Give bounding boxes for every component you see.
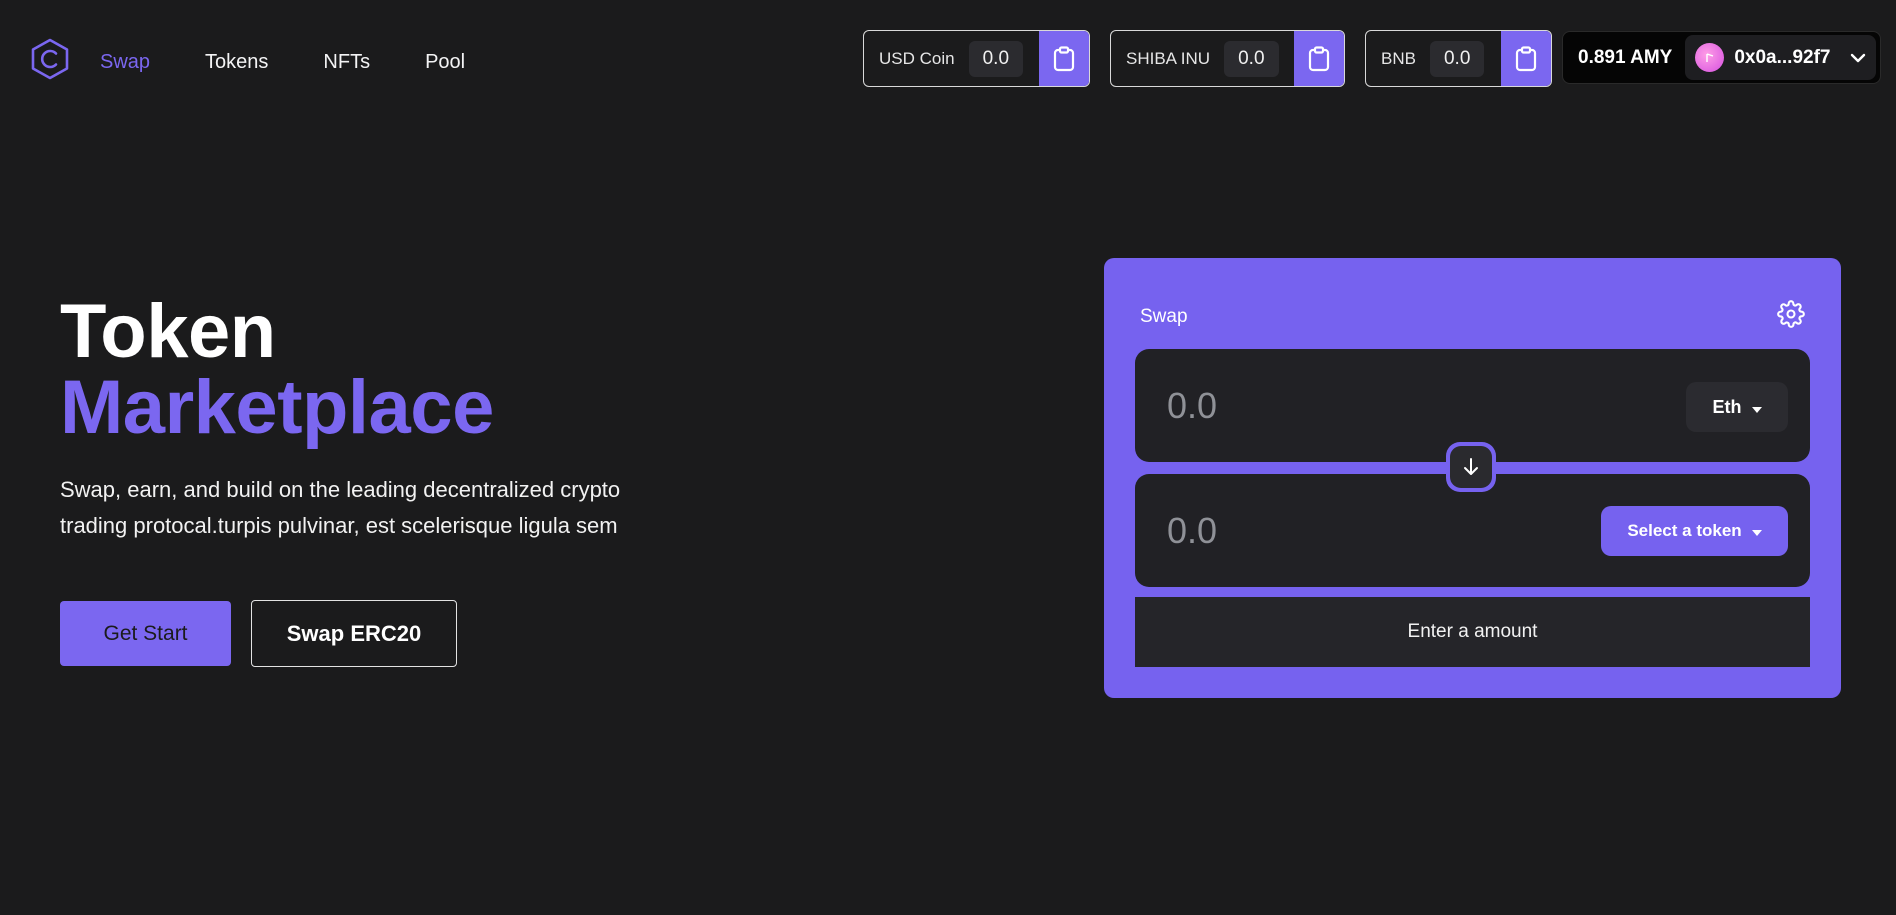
hero-title-accent: Marketplace	[60, 365, 494, 450]
chevron-down-icon	[1850, 53, 1866, 63]
page: Swap Tokens NFTs Pool USD Coin 0.0 SHIBA…	[0, 0, 1896, 915]
account-button[interactable]: 0x0a...92f7	[1685, 35, 1876, 80]
swap-direction-button[interactable]	[1446, 442, 1496, 492]
select-token-button[interactable]: Select a token	[1601, 506, 1788, 556]
logo-icon[interactable]	[29, 38, 71, 80]
hero-description-line: Swap, earn, and build on the leading dec…	[60, 477, 621, 502]
clipboard-icon[interactable]	[1039, 31, 1089, 86]
wallet-address: 0x0a...92f7	[1734, 46, 1831, 68]
from-token-select[interactable]: Eth	[1686, 382, 1788, 432]
clipboard-icon[interactable]	[1294, 31, 1344, 86]
hero-description: Swap, earn, and build on the leading dec…	[60, 472, 660, 544]
swap-card-title: Swap	[1140, 306, 1188, 327]
nav-item-swap[interactable]: Swap	[100, 50, 150, 74]
balance-usd-coin: USD Coin 0.0	[863, 30, 1090, 87]
nav-item-tokens[interactable]: Tokens	[205, 50, 268, 74]
token-name: BNB	[1381, 48, 1416, 68]
enter-amount-button[interactable]: Enter a amount	[1135, 597, 1810, 667]
nav-item-nfts[interactable]: NFTs	[323, 50, 370, 74]
avatar	[1695, 43, 1725, 72]
wallet-balance: 0.891 AMY	[1578, 46, 1673, 68]
token-balance: 0.0	[968, 40, 1024, 77]
get-start-button[interactable]: Get Start	[60, 601, 231, 666]
caret-down-icon	[1751, 521, 1762, 541]
balance-bnb: BNB 0.0	[1365, 30, 1552, 87]
main-nav: Swap Tokens NFTs Pool	[100, 50, 465, 74]
balance-shiba-inu: SHIBA INU 0.0	[1110, 30, 1345, 87]
hero-title: Token	[60, 289, 276, 374]
token-name: USD Coin	[879, 48, 955, 68]
from-amount-input[interactable]: 0.0	[1167, 349, 1217, 462]
swap-erc20-button[interactable]: Swap ERC20	[251, 600, 457, 667]
wallet-widget: 0.891 AMY 0x0a...92f7	[1562, 31, 1881, 84]
caret-down-icon	[1751, 397, 1762, 418]
clipboard-icon[interactable]	[1501, 31, 1551, 86]
select-token-label: Select a token	[1627, 521, 1742, 540]
arrow-down-icon	[1450, 446, 1492, 488]
nav-item-pool[interactable]: Pool	[425, 50, 465, 74]
token-balance: 0.0	[1224, 40, 1279, 77]
token-name: SHIBA INU	[1126, 48, 1211, 68]
token-balance: 0.0	[1429, 40, 1485, 77]
from-token-label: Eth	[1712, 396, 1742, 417]
to-amount-input[interactable]: 0.0	[1167, 474, 1217, 587]
gear-icon[interactable]	[1777, 300, 1805, 328]
hero-description-line: trading protocal.turpis pulvinar, est sc…	[60, 513, 618, 538]
swap-card: Swap 0.0 Eth 0.0 Select a token Enter a …	[1104, 258, 1841, 698]
